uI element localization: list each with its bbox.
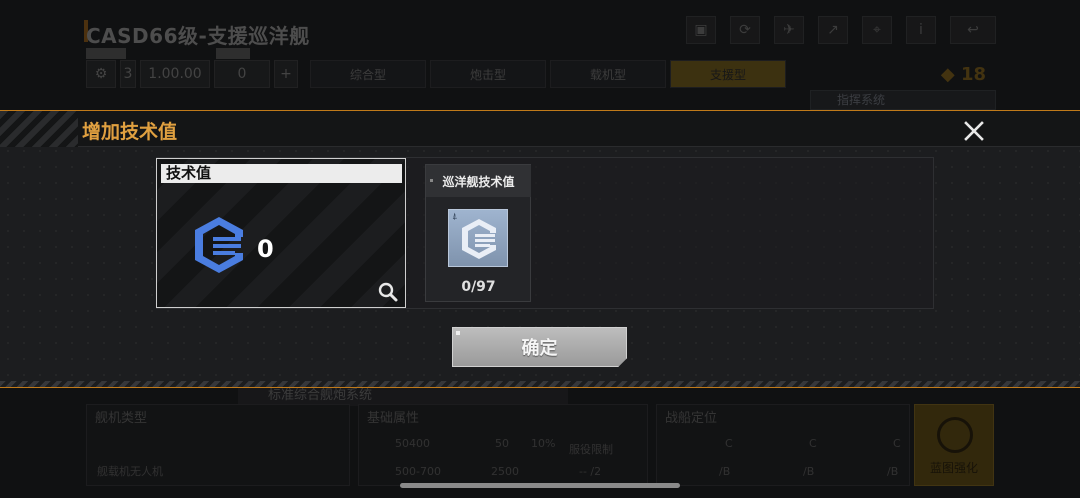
dialog-title: 增加技术值: [82, 121, 178, 143]
tech-value-icon: [195, 217, 243, 273]
tech-value-card: 技术值 0: [156, 158, 406, 308]
tech-value-label: 技术值: [161, 164, 402, 183]
header-stripes: [0, 111, 78, 147]
add-tech-value-dialog: 增加技术值 技术值 0 巡洋舰技术值 ⍋ 0/97 确定: [0, 110, 1080, 388]
rank-mark-icon: ⍋: [452, 212, 458, 222]
close-button[interactable]: [960, 117, 988, 145]
dialog-bottom-stripe: [0, 381, 1080, 387]
item-thumbnail: ⍋: [448, 209, 508, 267]
cruiser-tech-item[interactable]: 巡洋舰技术值 ⍋ 0/97: [425, 164, 531, 302]
magnify-icon[interactable]: [377, 281, 399, 303]
item-name: 巡洋舰技术值: [426, 165, 531, 197]
close-icon: [964, 121, 984, 141]
tech-value-amount: 0: [257, 235, 274, 263]
home-indicator[interactable]: [400, 483, 680, 488]
tech-chip-icon: [462, 219, 496, 259]
confirm-button[interactable]: 确定: [452, 327, 627, 367]
dialog-header: 增加技术值: [0, 111, 1080, 147]
item-count: 0/97: [461, 279, 496, 295]
